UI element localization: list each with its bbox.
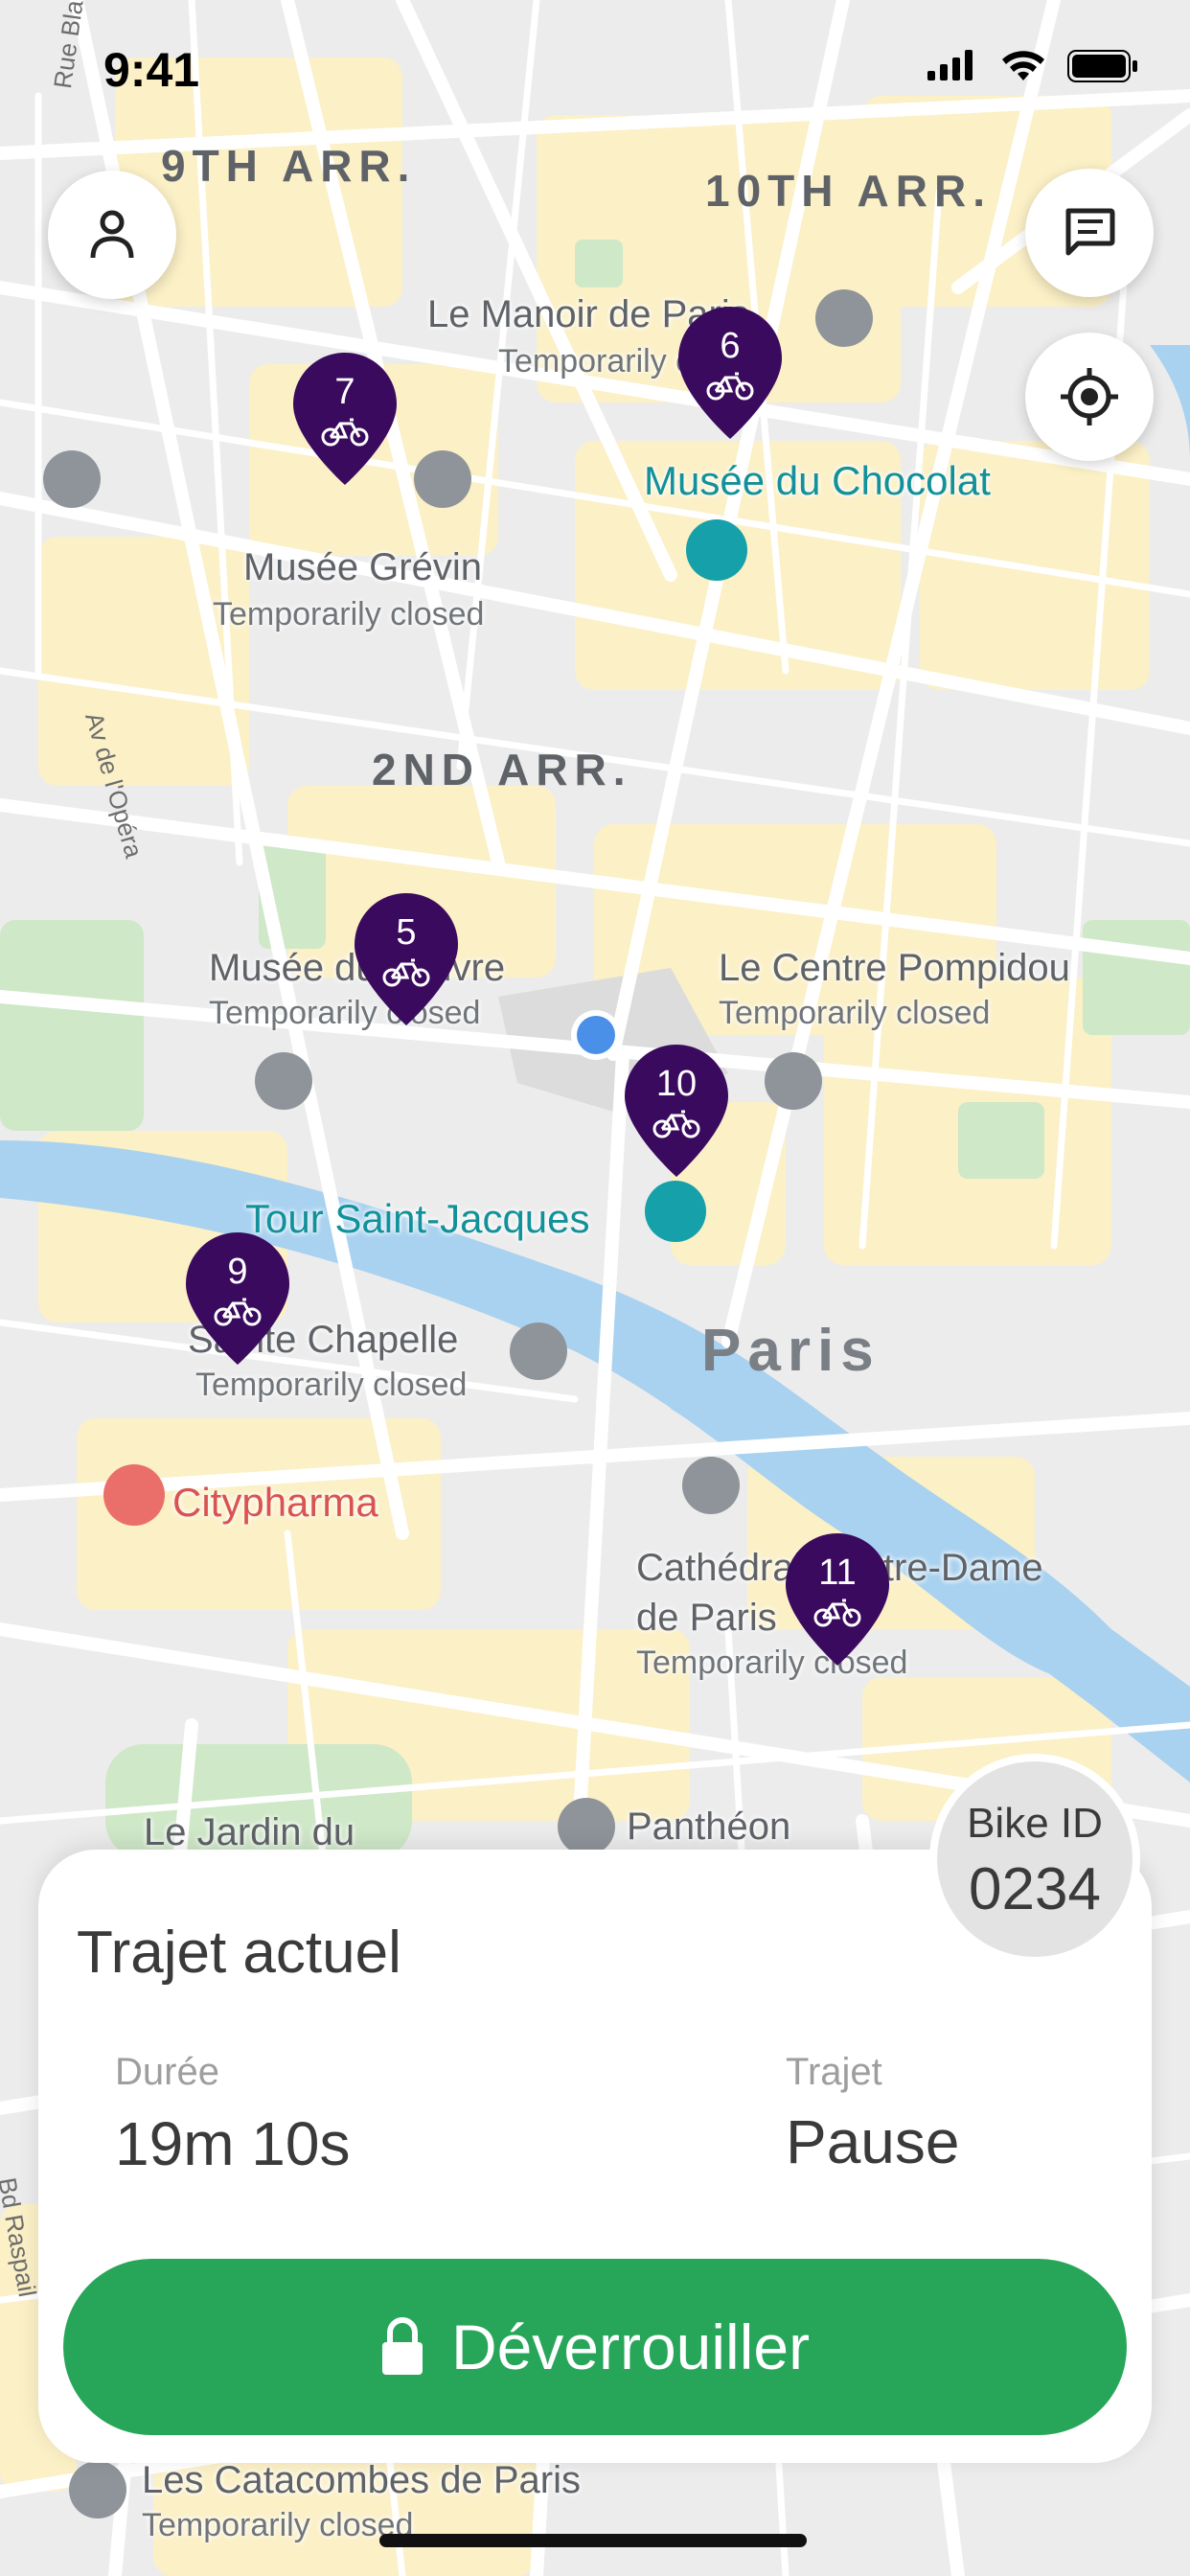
bike-id-value: 0234	[969, 1856, 1101, 1922]
place-note: Temporarily closed	[719, 995, 991, 1031]
place-name[interactable]: Panthéon	[627, 1806, 790, 1849]
place-name[interactable]: Le Centre Pompidou	[719, 947, 1070, 990]
duration-label: Durée	[115, 2051, 219, 2093]
locate-button[interactable]	[1025, 333, 1154, 461]
bike-marker-count: 10	[655, 1064, 698, 1104]
unlock-button-label: Déverrouiller	[450, 2312, 811, 2382]
place-note: Temporarily closed	[195, 1367, 468, 1403]
profile-button[interactable]	[48, 171, 176, 299]
district-label-2nd: 2ND ARR.	[372, 745, 632, 794]
district-label-9th: 9TH ARR.	[161, 141, 417, 191]
place-name[interactable]: Les Catacombes de Paris	[142, 2459, 581, 2502]
bike-marker-count: 5	[396, 912, 417, 953]
status-bar: 9:41	[0, 0, 1190, 134]
lock-icon	[381, 2317, 423, 2375]
locate-icon	[1061, 368, 1118, 426]
bike-icon	[652, 1110, 700, 1138]
city-label: Paris	[701, 1318, 881, 1384]
district-label-10th: 10TH ARR.	[705, 166, 992, 216]
bike-icon	[214, 1298, 262, 1326]
bike-icon	[382, 958, 430, 987]
place-name[interactable]: Tour Saint-Jacques	[245, 1196, 590, 1242]
wifi-icon	[1002, 51, 1044, 80]
bike-marker-count: 9	[227, 1252, 248, 1292]
battery-icon	[1067, 50, 1137, 82]
cellular-signal-icon	[927, 50, 973, 80]
bike-icon	[813, 1598, 861, 1627]
bike-icon	[321, 418, 369, 447]
unlock-button[interactable]: Déverrouiller	[63, 2259, 1127, 2435]
bike-id-label: Bike ID	[967, 1800, 1103, 1847]
chat-icon	[1065, 208, 1115, 256]
bike-id-badge: Bike ID 0234	[929, 1754, 1140, 1965]
place-name[interactable]: Musée Grévin	[243, 546, 482, 589]
bike-marker[interactable]: 7	[291, 351, 399, 487]
bike-marker[interactable]: 11	[784, 1531, 891, 1668]
place-name[interactable]: Le Jardin du	[144, 1811, 355, 1854]
place-note: Temporarily closed	[142, 2507, 414, 2543]
profile-icon	[90, 210, 134, 259]
duration-value: 19m 10s	[115, 2109, 351, 2178]
place-name[interactable]: Musée du Chocolat	[644, 458, 991, 504]
bike-marker-count: 11	[818, 1552, 857, 1593]
home-indicator[interactable]	[379, 2534, 807, 2547]
bike-icon	[706, 372, 754, 401]
place-note: Temporarily closed	[213, 596, 485, 632]
status-time: 9:41	[103, 43, 200, 97]
trip-status-value: Pause	[786, 2107, 960, 2176]
trip-title: Trajet actuel	[77, 1920, 401, 1986]
bike-marker[interactable]: 6	[676, 305, 784, 441]
bike-marker-count: 7	[334, 372, 355, 412]
bike-marker[interactable]: 9	[184, 1230, 291, 1367]
trip-status-label: Trajet	[786, 2051, 882, 2093]
bike-marker[interactable]: 10	[623, 1043, 730, 1179]
bike-marker[interactable]: 5	[353, 891, 460, 1027]
place-name[interactable]: Citypharma	[172, 1480, 378, 1526]
bike-marker-count: 6	[720, 326, 741, 366]
chat-button[interactable]	[1025, 169, 1154, 297]
